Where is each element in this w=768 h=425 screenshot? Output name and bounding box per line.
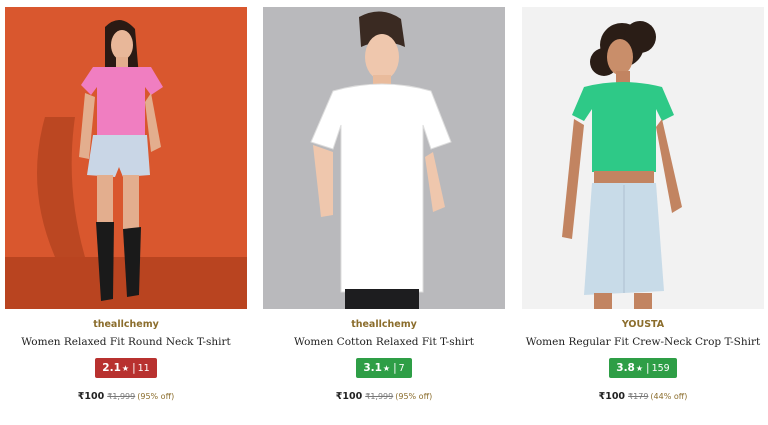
discount-label: (95% off) — [395, 392, 433, 401]
original-price: ₹1,999 — [365, 392, 394, 401]
star-icon: ★ — [121, 364, 130, 373]
product-image[interactable] — [263, 7, 505, 309]
rating-badge: 2.1★ | 11 — [95, 358, 157, 378]
rating-badge: 3.1★ | 7 — [356, 358, 412, 378]
rating-value: 3.1 — [363, 362, 382, 374]
product-photo-white-tshirt — [263, 7, 505, 309]
sale-price: ₹100 — [77, 391, 105, 402]
product-grid: theallchemy Women Relaxed Fit Round Neck… — [5, 7, 765, 417]
product-card[interactable]: theallchemy Women Relaxed Fit Round Neck… — [5, 7, 247, 417]
price-row: ₹100 ₹179 (44% off) — [522, 384, 764, 403]
rating-value: 3.8 — [616, 362, 635, 374]
product-brand[interactable]: theallchemy — [263, 319, 505, 330]
rating-row: 3.1★ | 7 — [263, 356, 505, 378]
star-icon: ★ — [635, 364, 644, 373]
rating-row: 2.1★ | 11 — [5, 356, 247, 378]
product-brand[interactable]: theallchemy — [5, 319, 247, 330]
rating-separator: | — [646, 362, 650, 374]
product-title[interactable]: Women Relaxed Fit Round Neck T-shirt — [5, 336, 247, 348]
rating-separator: | — [132, 362, 136, 374]
sale-price: ₹100 — [598, 391, 626, 402]
rating-separator: | — [393, 362, 397, 374]
sale-price: ₹100 — [335, 391, 363, 402]
product-image[interactable] — [5, 7, 247, 309]
price-row: ₹100 ₹1,999 (95% off) — [5, 384, 247, 403]
rating-value: 2.1 — [102, 362, 121, 374]
review-count: 159 — [651, 363, 670, 374]
product-card[interactable]: theallchemy Women Cotton Relaxed Fit T-s… — [263, 7, 505, 417]
product-title[interactable]: Women Cotton Relaxed Fit T-shirt — [263, 336, 505, 348]
product-brand[interactable]: YOUSTA — [522, 319, 764, 330]
price-row: ₹100 ₹1,999 (95% off) — [263, 384, 505, 403]
product-photo-green-crop-tshirt — [522, 7, 764, 309]
original-price: ₹1,999 — [107, 392, 136, 401]
original-price: ₹179 — [628, 392, 649, 401]
review-count: 11 — [137, 363, 150, 374]
product-title[interactable]: Women Regular Fit Crew-Neck Crop T-Shirt — [522, 336, 764, 348]
product-image[interactable] — [522, 7, 764, 309]
product-card[interactable]: YOUSTA Women Regular Fit Crew-Neck Crop … — [522, 7, 764, 417]
review-count: 7 — [398, 363, 405, 374]
rating-badge: 3.8★ | 159 — [609, 358, 677, 378]
product-photo-pink-tshirt — [5, 7, 247, 309]
rating-row: 3.8★ | 159 — [522, 356, 764, 378]
discount-label: (44% off) — [650, 392, 688, 401]
star-icon: ★ — [382, 364, 391, 373]
discount-label: (95% off) — [137, 392, 175, 401]
